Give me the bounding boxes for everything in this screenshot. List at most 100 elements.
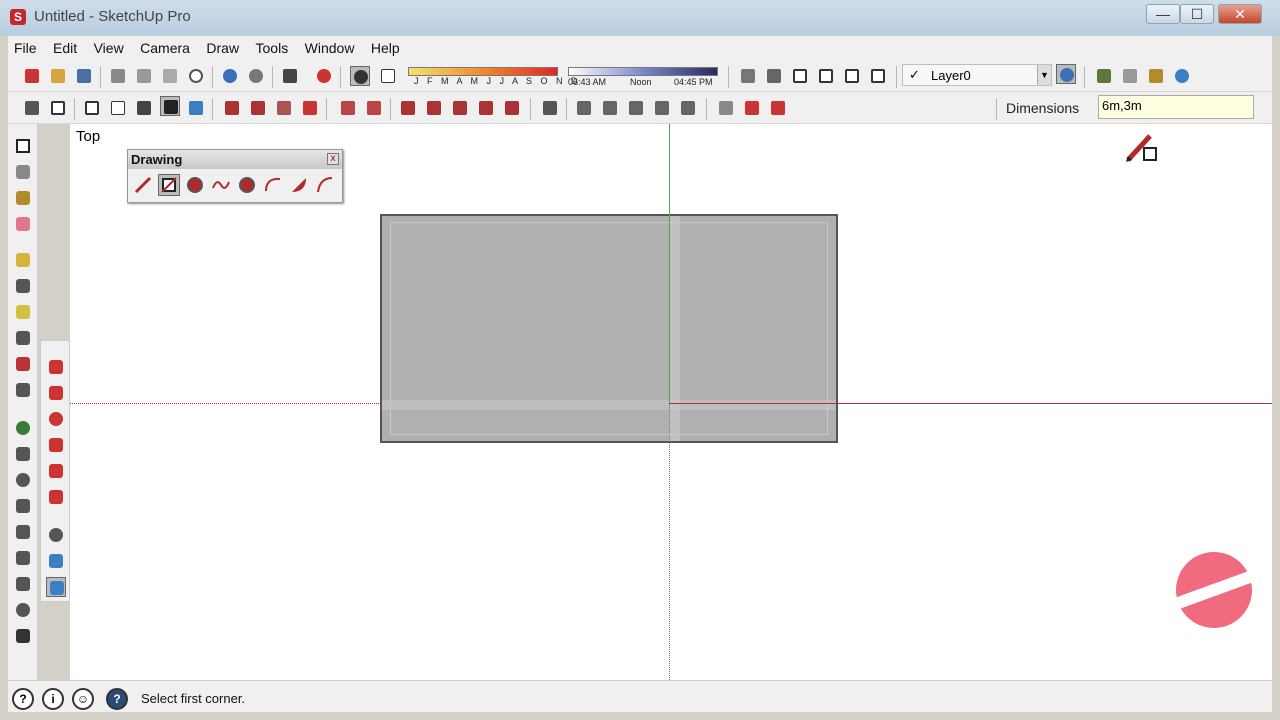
protractor-icon[interactable] [13,302,33,322]
sandbox-contours-icon[interactable] [222,98,242,118]
zoom-extents-icon[interactable] [13,522,33,542]
maximize-button[interactable]: ☐ [1180,4,1214,24]
right-view-icon[interactable] [816,66,836,86]
shaded-textures-icon[interactable] [186,98,206,118]
vcb-dimensions-input[interactable]: 6m,3m [1098,95,1254,119]
iso-view-icon[interactable] [738,66,758,86]
pan-alt-icon[interactable] [46,577,66,597]
component-options-icon[interactable] [768,98,788,118]
outer-shell-icon[interactable] [398,98,418,118]
subtract-icon[interactable] [476,98,496,118]
save-icon[interactable] [74,66,94,86]
rectangle-icon[interactable] [158,174,180,196]
section-tool-icon[interactable] [678,98,698,118]
tape-measure-icon[interactable] [13,250,33,270]
component-icon[interactable] [22,98,42,118]
section-display-icon[interactable] [600,98,620,118]
drape-icon[interactable] [338,98,358,118]
add-detail-icon[interactable] [364,98,384,118]
model-info-icon[interactable] [314,66,334,86]
orbit-alt-icon[interactable] [46,525,66,545]
geo-location-icon[interactable]: ? [12,688,34,710]
shadow-time-slider[interactable] [568,67,718,76]
credits-icon[interactable]: i [42,688,64,710]
minimize-button[interactable]: — [1146,4,1180,24]
xray-icon[interactable] [82,98,102,118]
shaded-icon[interactable] [160,96,180,116]
copy-icon[interactable] [134,66,154,86]
trim-icon[interactable] [502,98,522,118]
section-fill-icon[interactable] [652,98,672,118]
select-icon[interactable] [13,136,33,156]
zoom-icon[interactable] [13,470,33,490]
drawing-viewport[interactable]: Top Drawing x [70,124,1272,680]
arc-icon[interactable] [262,174,284,196]
get-models-icon[interactable] [1094,66,1114,86]
dynamic-component-icon[interactable] [742,98,762,118]
menu-view[interactable]: View [88,36,130,56]
axes-icon[interactable] [13,354,33,374]
front-view-icon[interactable] [790,66,810,86]
make-component-icon[interactable] [13,162,33,182]
orbit-icon[interactable] [13,418,33,438]
extension-warehouse-icon[interactable] [1172,66,1192,86]
group-icon[interactable] [48,98,68,118]
section-alt-icon[interactable] [46,551,66,571]
new-icon[interactable] [22,66,42,86]
top-view-icon[interactable] [764,66,784,86]
menu-draw[interactable]: Draw [200,36,245,56]
move-icon[interactable] [46,357,66,377]
share-component-icon[interactable] [1146,66,1166,86]
fog-icon[interactable] [378,66,398,86]
previous-view-icon[interactable] [13,548,33,568]
share-model-icon[interactable] [1120,66,1140,86]
hidden-line-icon[interactable] [134,98,154,118]
layer-dropdown[interactable]: ✓ Layer0 ▼ [902,64,1052,86]
position-camera-icon[interactable] [13,574,33,594]
back-view-icon[interactable] [842,66,862,86]
palette-close-icon[interactable]: x [327,153,339,165]
paint-bucket-icon[interactable] [13,188,33,208]
pie-icon[interactable] [288,174,310,196]
stamp-icon[interactable] [300,98,320,118]
rotate-icon[interactable] [46,409,66,429]
offset-icon[interactable] [46,487,66,507]
instructor-icon[interactable]: ? [106,688,128,710]
dimension-icon[interactable] [13,276,33,296]
shadow-date-slider[interactable] [408,67,558,76]
push-pull-icon[interactable] [46,383,66,403]
undo-icon[interactable] [220,66,240,86]
pan-icon[interactable] [13,444,33,464]
sandbox-scratch-icon[interactable] [248,98,268,118]
erase-icon[interactable] [186,66,206,86]
shadow-toggle-icon[interactable] [350,66,370,86]
follow-me-icon[interactable] [46,435,66,455]
open-icon[interactable] [48,66,68,86]
eraser-icon[interactable] [13,214,33,234]
section-plane-icon[interactable] [574,98,594,118]
solid-split-icon[interactable] [540,98,560,118]
cut-icon[interactable] [108,66,128,86]
text-icon[interactable] [13,328,33,348]
pencil-icon[interactable] [132,174,154,196]
2-point-arc-icon[interactable] [314,174,336,196]
section-cuts-icon[interactable] [626,98,646,118]
look-around-icon[interactable] [13,600,33,620]
redo-icon[interactable] [246,66,266,86]
layer-manager-icon[interactable] [1056,64,1076,84]
menu-window[interactable]: Window [299,36,361,56]
left-view-icon[interactable] [868,66,888,86]
print-icon[interactable] [280,66,300,86]
menu-edit[interactable]: Edit [47,36,83,56]
intersect-icon[interactable] [424,98,444,118]
close-button[interactable]: ✕ [1218,4,1262,24]
chevron-down-icon[interactable]: ▼ [1037,65,1051,85]
circle-icon[interactable] [184,174,206,196]
rectangle-face[interactable] [380,214,838,443]
freehand-icon[interactable] [210,174,232,196]
photo-match-icon[interactable] [716,98,736,118]
menu-camera[interactable]: Camera [134,36,196,56]
scale-icon[interactable] [46,461,66,481]
menu-file[interactable]: File [8,36,43,56]
3d-text-icon[interactable] [13,380,33,400]
